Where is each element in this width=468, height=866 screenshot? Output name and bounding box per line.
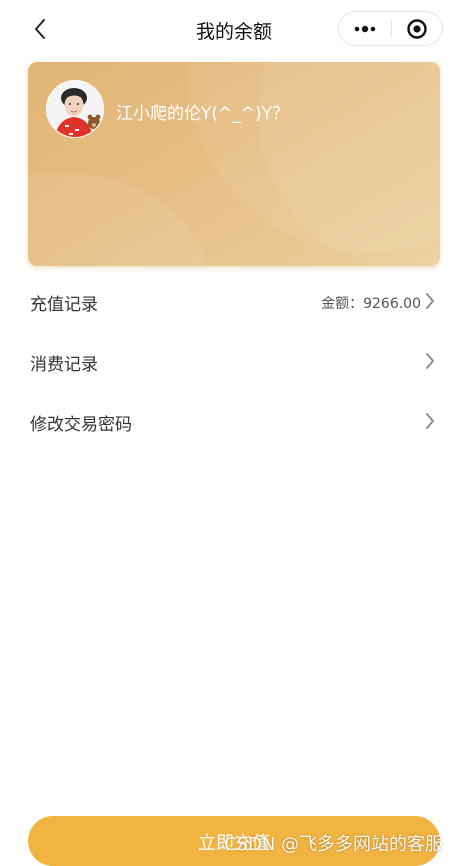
navigation-bar: 我的余额 bbox=[0, 0, 468, 58]
mini-program-capsule bbox=[338, 11, 443, 46]
chevron-right-icon bbox=[424, 411, 436, 431]
menu-item-recharge-records[interactable]: 充值记录 金额：9266.00 bbox=[0, 271, 468, 331]
more-dots-icon bbox=[354, 25, 376, 32]
card-decoration bbox=[28, 172, 208, 266]
close-button[interactable] bbox=[392, 12, 442, 45]
menu-item-change-transaction-password[interactable]: 修改交易密码 bbox=[0, 391, 468, 451]
more-button[interactable] bbox=[339, 12, 391, 45]
recharge-now-button[interactable]: 立即充值 bbox=[28, 816, 440, 866]
avatar-image bbox=[47, 81, 103, 137]
target-close-icon bbox=[407, 18, 427, 39]
username: 江小爬的伦Y(^_^)Y？ bbox=[116, 104, 290, 124]
menu-item-consumption-records[interactable]: 消费记录 bbox=[0, 331, 468, 391]
chevron-right-icon bbox=[424, 351, 436, 371]
chevron-right-icon bbox=[424, 291, 436, 311]
avatar[interactable] bbox=[46, 80, 104, 138]
menu-item-label: 充值记录 bbox=[30, 295, 98, 315]
recharge-button-label: 立即充值 bbox=[198, 833, 270, 854]
menu-item-label: 消费记录 bbox=[30, 355, 98, 375]
profile-card: 江小爬的伦Y(^_^)Y？ bbox=[28, 62, 440, 266]
menu-item-label: 修改交易密码 bbox=[30, 415, 132, 435]
balance-amount: 金额：9266.00 bbox=[321, 296, 421, 312]
card-decoration bbox=[258, 62, 440, 266]
